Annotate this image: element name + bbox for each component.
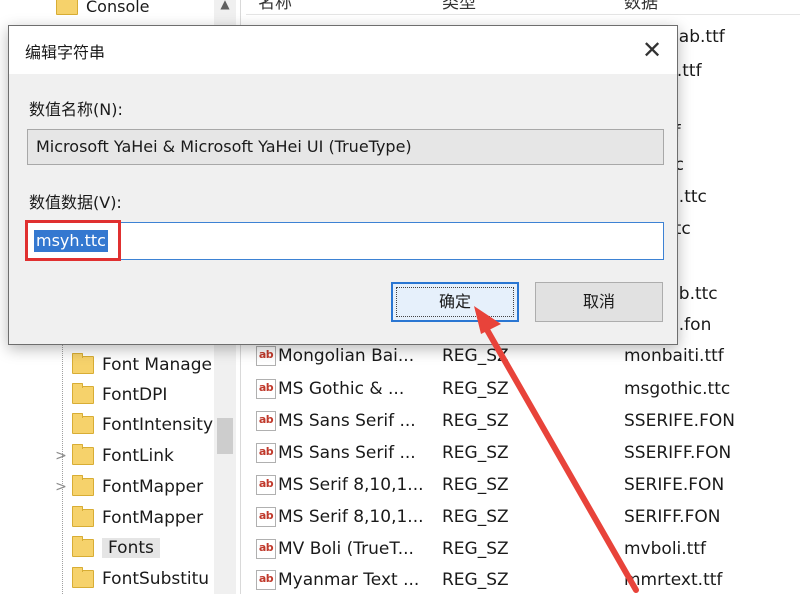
string-value-icon: ab [256, 539, 276, 559]
tree-item-label: Fonts [102, 538, 160, 558]
column-header-data[interactable]: 数据 [624, 0, 658, 13]
string-value-icon: ab [256, 443, 276, 463]
tree-item-label: FontLink [102, 446, 174, 466]
value-type: REG_SZ [442, 570, 509, 590]
value-name: MS Serif 8,10,1... [278, 507, 424, 527]
value-type: REG_SZ [442, 475, 509, 495]
chevron-right-icon[interactable]: > [52, 448, 70, 464]
tree-item-label: FontMapper [102, 477, 204, 497]
value-name-label: 数值名称(N): [29, 100, 123, 119]
tree-item-label: FontIntensity [102, 415, 214, 435]
value-data: monbaiti.ttf [624, 346, 724, 366]
value-data: SERIFE.FON [624, 475, 725, 495]
value-type: REG_SZ [442, 411, 509, 431]
table-row[interactable]: ab MS Sans Serif ... REG_SZ SSERIFF.FON [246, 437, 800, 469]
value-data: mmrtext.ttf [624, 570, 723, 590]
table-row[interactable]: ab MS Serif 8,10,1... REG_SZ SERIFF.FON [246, 501, 800, 533]
folder-icon [72, 506, 94, 527]
tree-item-fontintensity[interactable]: FontIntensity [52, 410, 213, 440]
tree-item-label: Font Manage [102, 355, 212, 375]
string-value-icon: ab [256, 475, 276, 495]
value-type: REG_SZ [442, 443, 509, 463]
value-name: MS Sans Serif ... [278, 443, 416, 463]
value-data-input[interactable]: msyh.ttc [27, 222, 664, 260]
folder-icon [72, 383, 94, 404]
scroll-up-icon[interactable]: ▲ [214, 0, 236, 14]
tree-item-label: Console [86, 0, 150, 16]
string-value-icon: ab [256, 346, 276, 366]
table-row[interactable]: ab MV Boli (TrueT... REG_SZ mvboli.ttf [246, 533, 800, 565]
value-data-label: 数值数据(V): [29, 193, 122, 212]
table-row[interactable]: ab MS Gothic & ... REG_SZ msgothic.ttc [246, 373, 800, 405]
value-name: MS Gothic & ... [278, 379, 405, 399]
value-type: REG_SZ [442, 539, 509, 559]
chevron-right-icon[interactable]: > [52, 479, 70, 495]
string-value-icon: ab [256, 507, 276, 527]
value-type: REG_SZ [442, 346, 509, 366]
value-type: REG_SZ [442, 507, 509, 527]
tree-item-label: FontMapper [102, 508, 204, 528]
tree-item-fontmapper[interactable]: > FontMapper [52, 472, 203, 502]
tree-item-label: FontDPI [102, 385, 168, 405]
folder-icon [72, 536, 94, 557]
value-name-field: Microsoft YaHei & Microsoft YaHei UI (Tr… [27, 129, 664, 165]
tree-item-label: FontSubstitu [102, 569, 210, 589]
tree-item-fontsubstitutes[interactable]: FontSubstitu [52, 564, 209, 594]
string-value-icon: ab [256, 570, 276, 590]
value-data: SERIFF.FON [624, 507, 721, 527]
value-name: Myanmar Text ... [278, 570, 420, 590]
tree-item-fonts[interactable]: Fonts [52, 533, 160, 563]
tree-item-fontdpi[interactable]: FontDPI [52, 380, 167, 410]
folder-icon [72, 444, 94, 465]
column-header-type[interactable]: 类型 [442, 0, 476, 13]
tree-item-font-management[interactable]: Font Manage [52, 350, 212, 380]
column-header-name[interactable]: 名称 [258, 0, 292, 13]
tree-item-fontmapper-2[interactable]: FontMapper [52, 503, 203, 533]
tree-item-fontlink[interactable]: > FontLink [52, 441, 174, 471]
cancel-button[interactable]: 取消 [535, 282, 663, 322]
value-data: msgothic.ttc [624, 379, 731, 399]
edit-string-dialog: 编辑字符串 ✕ 数值名称(N): Microsoft YaHei & Micro… [8, 25, 678, 345]
value-type: REG_SZ [442, 379, 509, 399]
table-row[interactable]: ab MS Sans Serif ... REG_SZ SSERIFE.FON [246, 405, 800, 437]
ok-button[interactable]: 确定 [391, 282, 519, 322]
string-value-icon: ab [256, 379, 276, 399]
value-data: mvboli.ttf [624, 539, 706, 559]
value-name: MV Boli (TrueT... [278, 539, 414, 559]
folder-icon [72, 567, 94, 588]
folder-icon [72, 353, 94, 374]
dialog-titlebar[interactable]: 编辑字符串 ✕ [9, 26, 677, 74]
close-icon[interactable]: ✕ [635, 34, 669, 66]
value-name: MS Serif 8,10,1... [278, 475, 424, 495]
folder-icon [56, 0, 78, 15]
value-name: MS Sans Serif ... [278, 411, 416, 431]
annotation-highlight-box [25, 220, 121, 261]
list-header: 名称 类型 数据 [246, 0, 800, 15]
scrollbar-thumb[interactable] [217, 418, 233, 454]
folder-icon [72, 475, 94, 496]
table-row[interactable]: ab MS Serif 8,10,1... REG_SZ SERIFE.FON [246, 469, 800, 501]
value-data: SSERIFE.FON [624, 411, 735, 431]
table-row[interactable]: ab Myanmar Text ... REG_SZ mmrtext.ttf [246, 564, 800, 596]
folder-icon [72, 413, 94, 434]
dialog-title: 编辑字符串 [25, 43, 106, 62]
value-name: Mongolian Bai... [278, 346, 415, 366]
tree-item-console[interactable]: Console [56, 0, 150, 18]
value-data: SSERIFF.FON [624, 443, 732, 463]
string-value-icon: ab [256, 411, 276, 431]
